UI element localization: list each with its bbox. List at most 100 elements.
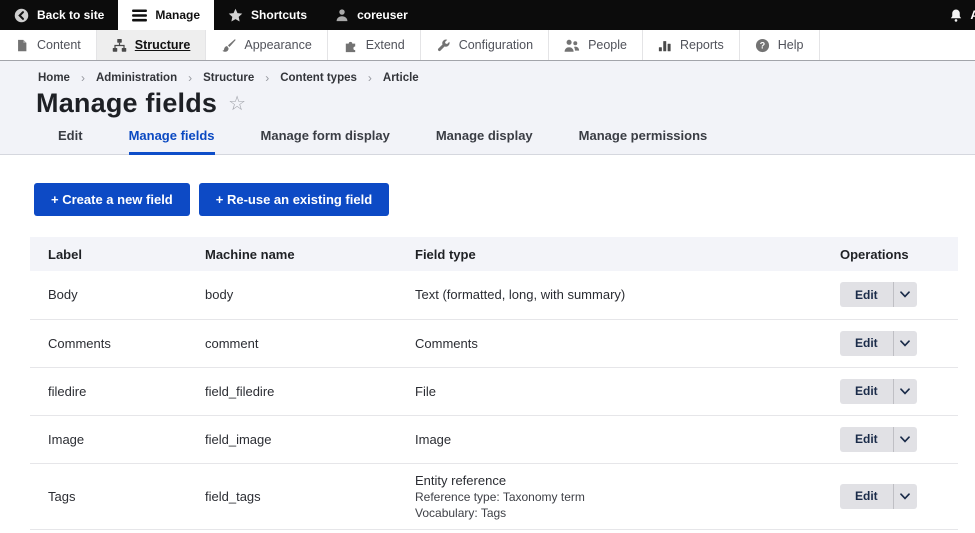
breadcrumb-separator: ›	[368, 71, 372, 85]
menu-item-content-label: Content	[37, 38, 81, 52]
table-row: Comments comment Comments Edit	[30, 319, 958, 367]
reuse-existing-field-button[interactable]: + Re-use an existing field	[199, 183, 389, 216]
field-label: Tags	[30, 463, 187, 529]
field-type-detail: Reference type: Taxonomy term	[415, 489, 822, 505]
tab-manage-permissions[interactable]: Manage permissions	[579, 128, 708, 155]
table-header-row: Label Machine name Field type Operations	[30, 237, 958, 271]
back-to-site-button[interactable]: Back to site	[0, 0, 118, 30]
field-operations: Edit	[822, 463, 958, 529]
tab-manage-form-display[interactable]: Manage form display	[261, 128, 390, 155]
manage-menu-button[interactable]: Manage	[118, 0, 214, 30]
announcements-button[interactable]: Anno	[949, 0, 975, 30]
field-operations: Edit	[822, 271, 958, 319]
chevron-down-icon	[901, 389, 909, 393]
menu-item-extend[interactable]: Extend	[328, 30, 421, 60]
field-label: Image	[30, 415, 187, 463]
tab-manage-display[interactable]: Manage display	[436, 128, 533, 155]
breadcrumb-structure[interactable]: Structure	[203, 72, 254, 84]
edit-button[interactable]: Edit	[840, 379, 893, 404]
menu-item-structure[interactable]: Structure	[97, 30, 207, 60]
document-icon	[15, 38, 29, 53]
field-actions: + Create a new field + Re-use an existin…	[34, 183, 975, 216]
menu-item-people[interactable]: People	[549, 30, 643, 60]
menu-item-reports-label: Reports	[680, 38, 724, 52]
breadcrumb: Home › Administration › Structure › Cont…	[0, 61, 975, 85]
field-label: Body	[30, 271, 187, 319]
announcements-label: Anno	[970, 8, 975, 22]
chevron-down-icon	[901, 494, 909, 498]
field-type-main: Entity reference	[415, 472, 822, 489]
menu-item-help[interactable]: ? Help	[740, 30, 820, 60]
menu-item-configuration[interactable]: Configuration	[421, 30, 549, 60]
create-new-field-button[interactable]: + Create a new field	[34, 183, 190, 216]
column-header-machine-name: Machine name	[187, 237, 397, 271]
people-icon	[564, 38, 580, 53]
wrench-icon	[436, 38, 451, 53]
breadcrumb-separator: ›	[188, 71, 192, 85]
table-row: Tags field_tags Entity reference Referen…	[30, 463, 958, 529]
puzzle-icon	[343, 38, 358, 53]
help-circle-icon: ?	[755, 38, 770, 53]
breadcrumb-administration[interactable]: Administration	[96, 72, 177, 84]
breadcrumb-content-types[interactable]: Content types	[280, 72, 357, 84]
field-machine-name: body	[187, 271, 397, 319]
back-icon	[14, 8, 29, 23]
menu-item-reports[interactable]: Reports	[643, 30, 740, 60]
bar-chart-icon	[658, 38, 672, 53]
field-machine-name: field_filedire	[187, 367, 397, 415]
field-operations: Edit	[822, 367, 958, 415]
back-to-site-label: Back to site	[37, 8, 104, 22]
user-icon	[335, 8, 349, 22]
breadcrumb-home[interactable]: Home	[38, 72, 70, 84]
admin-toolbar: Back to site Manage Shortcuts coreuser A…	[0, 0, 975, 30]
edit-button[interactable]: Edit	[840, 427, 893, 452]
field-label: Comments	[30, 319, 187, 367]
menu-item-appearance[interactable]: Appearance	[206, 30, 327, 60]
tab-manage-fields[interactable]: Manage fields	[129, 128, 215, 155]
operations-dropdown-toggle[interactable]	[893, 379, 917, 404]
hamburger-icon	[132, 9, 147, 22]
field-type: File	[397, 367, 822, 415]
field-label: filedire	[30, 367, 187, 415]
user-name-label: coreuser	[357, 8, 408, 22]
breadcrumb-separator: ›	[81, 71, 85, 85]
favorite-star-icon[interactable]: ☆	[228, 94, 246, 114]
field-type: Image	[397, 415, 822, 463]
field-operations: Edit	[822, 319, 958, 367]
sitemap-icon	[112, 38, 127, 53]
field-type: Entity reference Reference type: Taxonom…	[397, 463, 822, 529]
chevron-down-icon	[901, 341, 909, 345]
page-title: Manage fields	[36, 88, 217, 119]
menu-item-configuration-label: Configuration	[459, 38, 533, 52]
column-header-field-type: Field type	[397, 237, 822, 271]
page-header-band: Home › Administration › Structure › Cont…	[0, 61, 975, 155]
menu-item-extend-label: Extend	[366, 38, 405, 52]
operations-dropdown-toggle[interactable]	[893, 282, 917, 307]
field-type: Text (formatted, long, with summary)	[397, 271, 822, 319]
user-menu-button[interactable]: coreuser	[321, 0, 422, 30]
shortcuts-label: Shortcuts	[251, 8, 307, 22]
field-machine-name: field_image	[187, 415, 397, 463]
menu-item-content[interactable]: Content	[0, 30, 97, 60]
table-row: Image field_image Image Edit	[30, 415, 958, 463]
tab-edit[interactable]: Edit	[58, 128, 83, 155]
column-header-operations: Operations	[822, 237, 958, 271]
menu-item-help-label: Help	[778, 38, 804, 52]
chevron-down-icon	[901, 437, 909, 441]
field-type-detail: Vocabulary: Tags	[415, 505, 822, 521]
menu-item-appearance-label: Appearance	[244, 38, 311, 52]
edit-button[interactable]: Edit	[840, 282, 893, 307]
column-header-label: Label	[30, 237, 187, 271]
field-operations: Edit	[822, 415, 958, 463]
operations-dropdown-toggle[interactable]	[893, 427, 917, 452]
operations-dropdown-toggle[interactable]	[893, 331, 917, 356]
edit-button[interactable]: Edit	[840, 484, 893, 509]
menu-item-people-label: People	[588, 38, 627, 52]
menu-item-structure-label: Structure	[135, 38, 191, 52]
breadcrumb-article[interactable]: Article	[383, 72, 419, 84]
breadcrumb-separator: ›	[265, 71, 269, 85]
edit-button[interactable]: Edit	[840, 331, 893, 356]
field-machine-name: field_tags	[187, 463, 397, 529]
shortcuts-button[interactable]: Shortcuts	[214, 0, 321, 30]
operations-dropdown-toggle[interactable]	[893, 484, 917, 509]
